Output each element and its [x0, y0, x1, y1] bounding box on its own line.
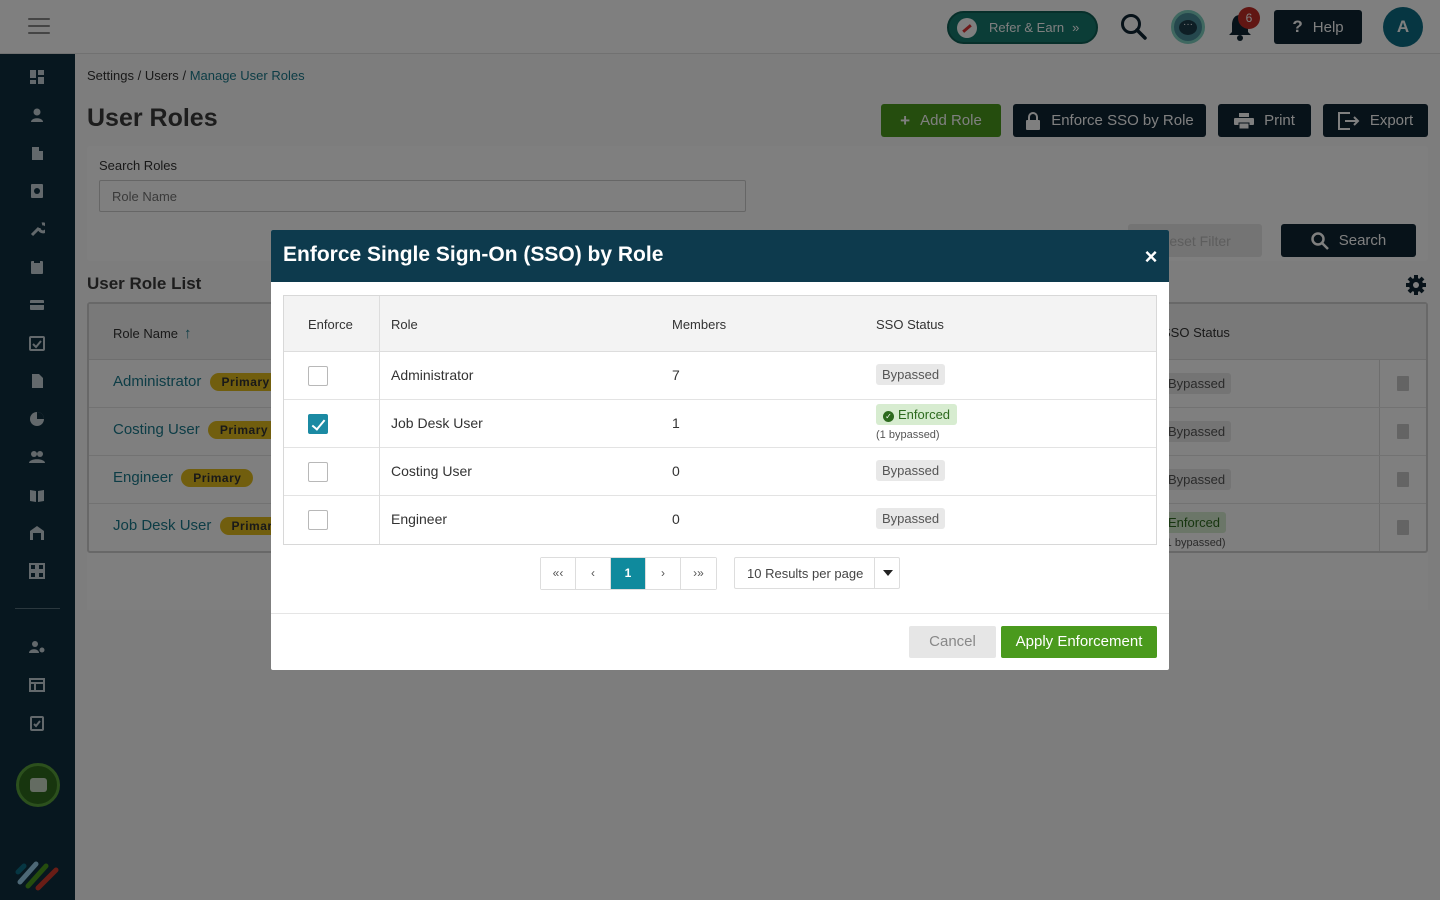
members-cell: 7 — [672, 367, 680, 383]
apply-enforcement-button[interactable]: Apply Enforcement — [1001, 626, 1157, 658]
sso-status-badge: Bypassed — [876, 364, 946, 385]
sso-status-badge: Bypassed — [876, 460, 946, 481]
sso-status-badge: Bypassed — [876, 508, 946, 529]
role-cell: Job Desk User — [391, 415, 483, 431]
pagination: «‹ ‹ 1 › ›» — [540, 557, 717, 590]
results-per-page-select[interactable]: 10 Results per page — [734, 557, 900, 589]
role-cell: Administrator — [391, 367, 474, 383]
prev-page-button[interactable]: ‹ — [576, 558, 611, 589]
table-row: Costing User 0 Bypassed — [284, 448, 1156, 496]
next-page-button[interactable]: › — [646, 558, 681, 589]
enforce-checkbox[interactable] — [308, 510, 328, 530]
close-icon[interactable]: × — [1141, 244, 1161, 269]
column-members: Members — [672, 317, 727, 332]
role-cell: Engineer — [391, 511, 448, 527]
check-circle-icon: ✓ — [883, 411, 894, 422]
sso-status-label: Enforced — [898, 407, 951, 422]
members-cell: 0 — [672, 511, 680, 527]
modal-footer-divider — [271, 613, 1169, 614]
enforce-checkbox[interactable] — [308, 462, 328, 482]
enforce-checkbox[interactable] — [308, 366, 328, 386]
table-row: Administrator 7 Bypassed — [284, 352, 1156, 400]
column-enforce: Enforce — [308, 317, 353, 332]
column-divider — [379, 296, 380, 544]
modal-header: Enforce Single Sign-On (SSO) by Role × — [271, 230, 1169, 282]
modal-title: Enforce Single Sign-On (SSO) by Role — [283, 243, 664, 266]
table-row: Engineer 0 Bypassed — [284, 496, 1156, 544]
first-page-button[interactable]: «‹ — [541, 558, 576, 589]
results-per-page-value: 10 Results per page — [747, 566, 864, 581]
table-row: Job Desk User 1 ✓ Enforced (1 bypassed) — [284, 400, 1156, 448]
enforce-sso-modal: Enforce Single Sign-On (SSO) by Role × E… — [271, 230, 1169, 670]
last-page-button[interactable]: ›» — [681, 558, 716, 589]
sso-status-badge: ✓ Enforced — [876, 404, 958, 425]
bypassed-count: (1 bypassed) — [876, 429, 940, 441]
members-cell: 1 — [672, 415, 680, 431]
sso-role-table: Enforce Role Members SSO Status Administ… — [283, 295, 1157, 545]
chevron-down-icon — [874, 558, 900, 588]
cancel-button[interactable]: Cancel — [909, 626, 996, 658]
column-role: Role — [391, 317, 418, 332]
table-header: Enforce Role Members SSO Status — [284, 296, 1156, 352]
role-cell: Costing User — [391, 463, 472, 479]
column-sso-status: SSO Status — [876, 317, 944, 332]
page-1-button[interactable]: 1 — [611, 558, 646, 589]
members-cell: 0 — [672, 463, 680, 479]
enforce-checkbox[interactable] — [308, 414, 328, 434]
